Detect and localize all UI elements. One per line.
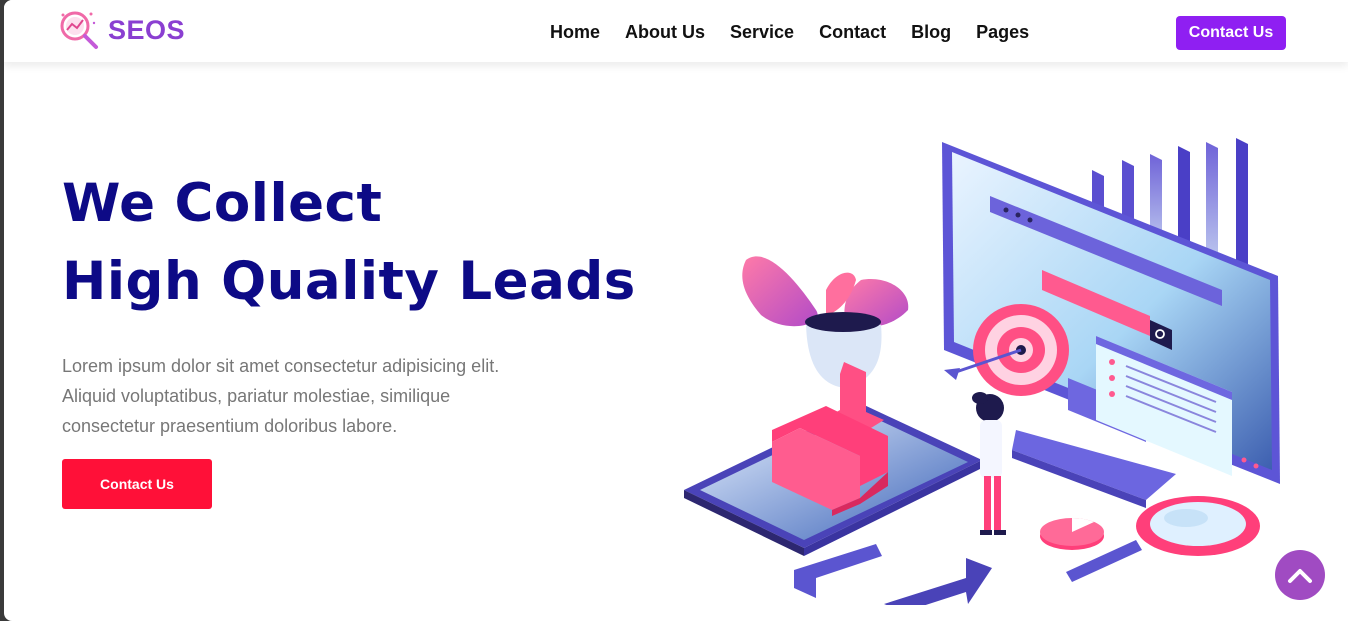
hero-description: Lorem ipsum dolor sit amet consectetur a… [62,356,500,436]
nav-service[interactable]: Service [730,20,794,44]
hero-title-line-2: High Quality Leads [62,251,636,312]
nav-pages[interactable]: Pages [976,20,1029,44]
plant-graphic [742,256,909,388]
magnifier-chart-icon [60,11,98,49]
nav-contact[interactable]: Contact [819,20,886,44]
main-nav: Home About Us Service Contact Blog Pages [550,20,1029,44]
magnifier-graphic [1040,496,1260,582]
hero-title: We Collect High Quality Leads [62,165,636,321]
brand-name: SEOS [108,14,186,45]
navbar: SEOS Home About Us Service Contact Blog … [4,0,1348,62]
exchange-arrows-graphic [794,544,992,605]
chevron-up-icon [1288,569,1312,583]
nav-about-us[interactable]: About Us [625,20,705,44]
page: SEOS Home About Us Service Contact Blog … [4,0,1348,621]
scroll-to-top-button[interactable] [1275,550,1325,600]
nav-home[interactable]: Home [550,20,600,44]
nav-blog[interactable]: Blog [911,20,951,44]
nav-contact-us-button[interactable]: Contact Us [1176,16,1286,50]
hero-title-line-1: We Collect [62,173,383,234]
seo-analytics-illustration [684,138,1280,605]
logo[interactable]: SEOS [58,9,185,51]
hero-contact-us-button[interactable]: Contact Us [62,459,212,509]
